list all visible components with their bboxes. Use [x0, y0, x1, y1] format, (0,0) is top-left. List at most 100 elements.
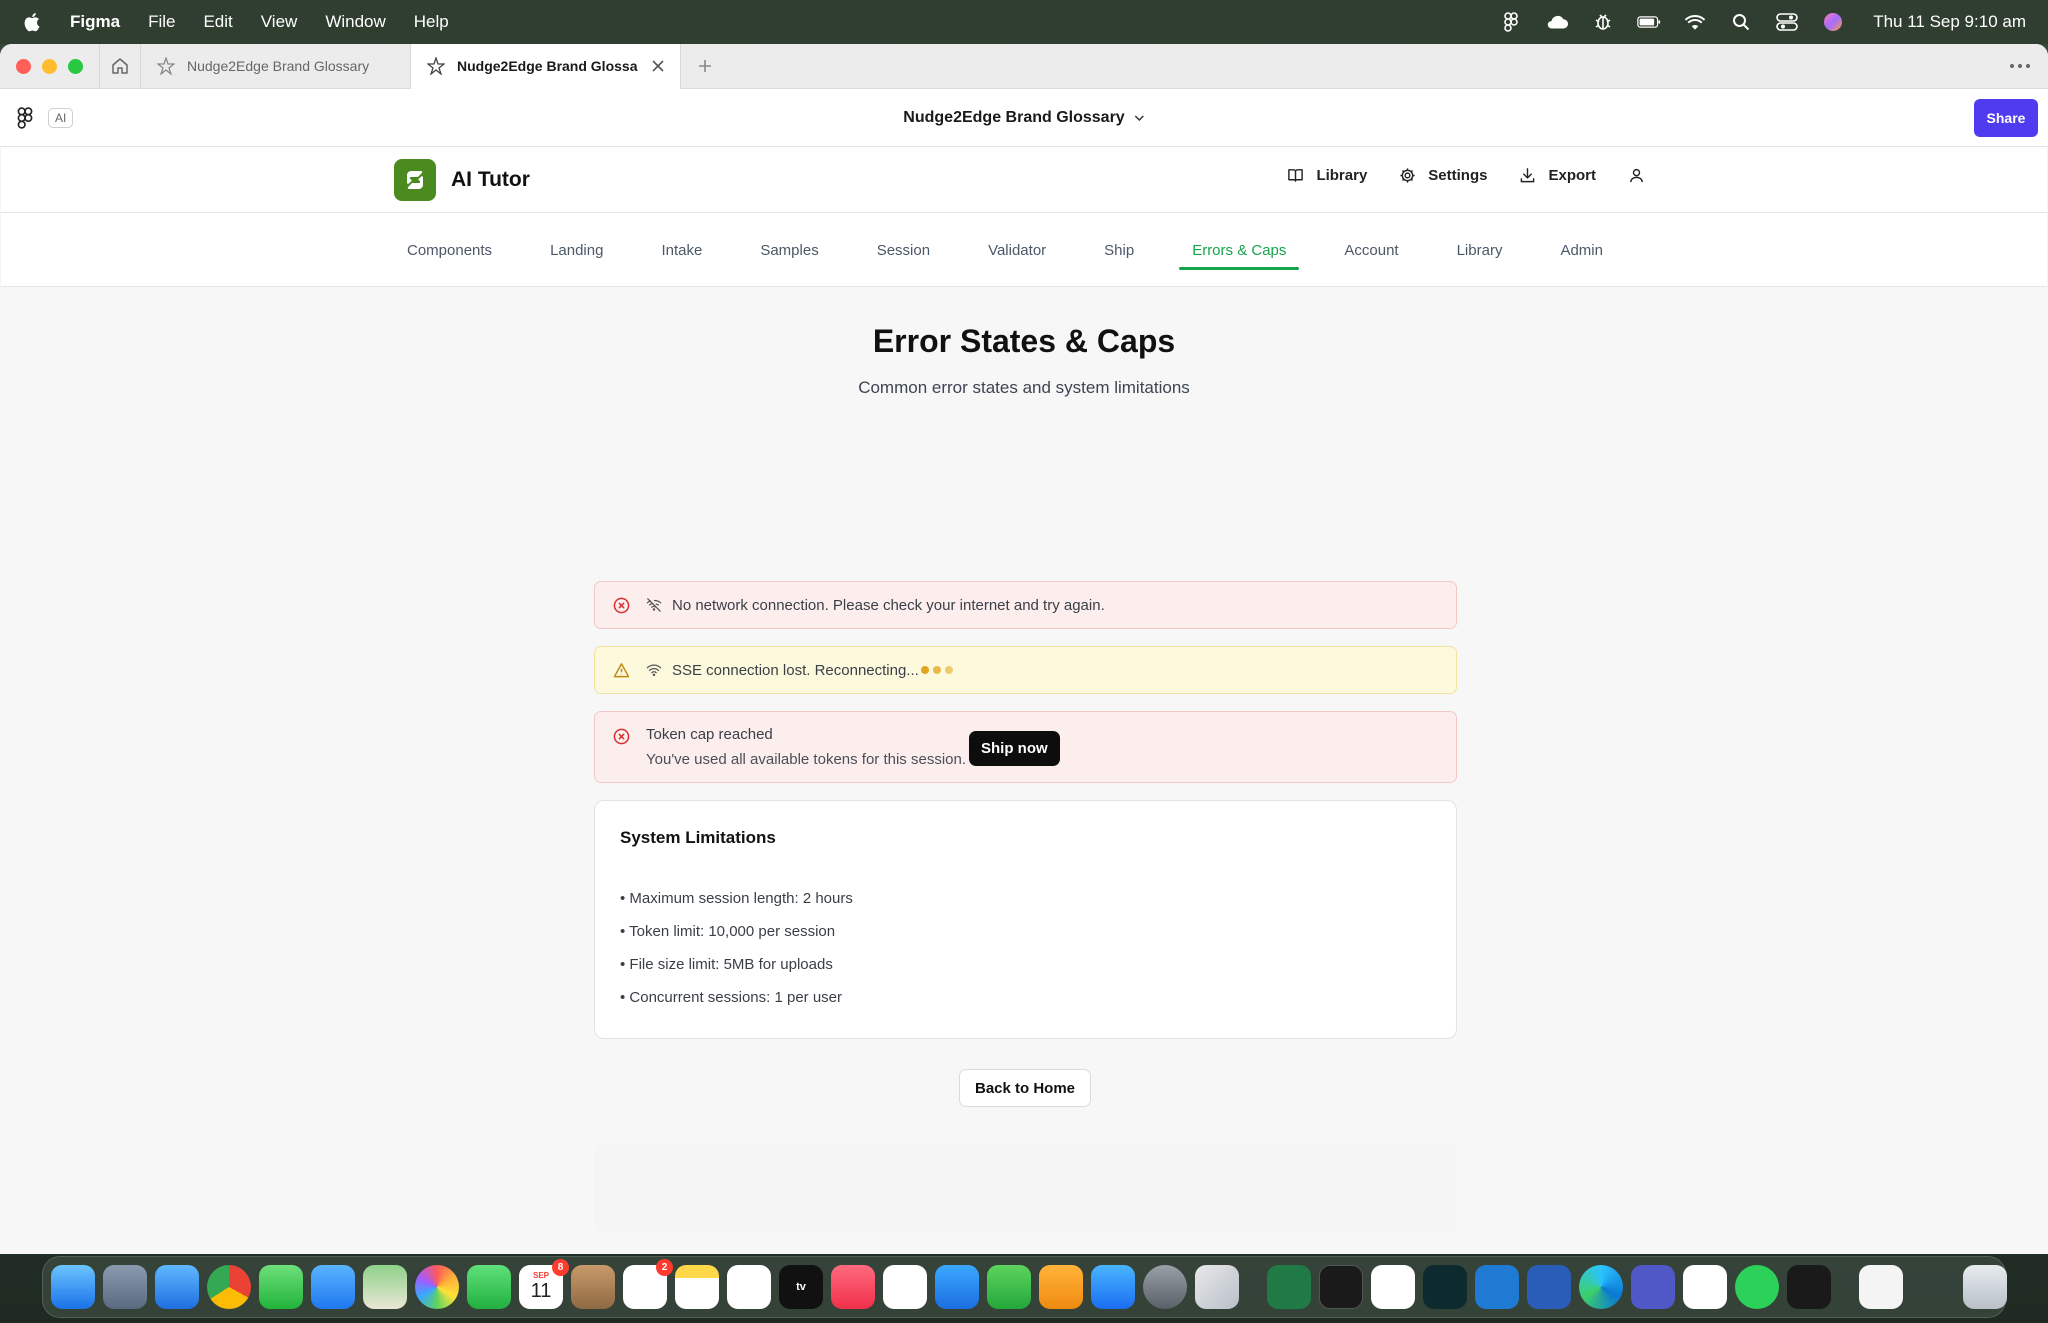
tab-bar: Nudge2Edge Brand Glossary Nudge2Edge Bra… [0, 44, 2048, 89]
whatsapp-icon[interactable] [1735, 1265, 1779, 1309]
messages-icon[interactable] [259, 1265, 303, 1309]
library-button[interactable]: Library [1287, 167, 1367, 184]
safari-icon[interactable] [155, 1265, 199, 1309]
nav-tab-intake[interactable]: Intake [648, 213, 715, 287]
app-store-icon[interactable] [1091, 1265, 1135, 1309]
nav-tab-landing[interactable]: Landing [537, 213, 616, 287]
keynote-icon[interactable] [935, 1265, 979, 1309]
figma-menu-icon[interactable] [16, 106, 34, 129]
ai-button[interactable]: AI [48, 107, 74, 128]
chrome-icon[interactable] [207, 1265, 251, 1309]
close-window-button[interactable] [16, 58, 31, 74]
new-tab-button[interactable] [681, 44, 729, 89]
contacts-icon[interactable] [571, 1265, 615, 1309]
close-tab-icon[interactable] [650, 58, 666, 74]
tab-label: Nudge2Edge Brand Glossary [457, 58, 638, 74]
profile-button[interactable] [1628, 167, 1645, 184]
calendar-day: 11 [530, 1280, 552, 1302]
teams-icon[interactable] [1631, 1265, 1675, 1309]
siri-icon[interactable] [1821, 13, 1845, 31]
finder-icon[interactable] [51, 1265, 95, 1309]
export-button[interactable]: Export [1519, 167, 1596, 184]
facetime-icon[interactable] [467, 1265, 511, 1309]
empty-panel [594, 1143, 1457, 1233]
nav-tab-components[interactable]: Components [394, 213, 505, 287]
excel-icon[interactable] [1267, 1265, 1311, 1309]
share-button[interactable]: Share [1974, 99, 2038, 137]
pages-icon[interactable] [1039, 1265, 1083, 1309]
apple-tv-icon[interactable]: tv [779, 1265, 823, 1309]
settings-button[interactable]: Settings [1399, 167, 1487, 184]
cloud-icon[interactable] [1545, 13, 1569, 31]
home-button[interactable] [99, 44, 141, 89]
control-center-icon[interactable] [1775, 13, 1799, 31]
document-title-label: Nudge2Edge Brand Glossary [903, 108, 1125, 126]
nav-tab-validator[interactable]: Validator [975, 213, 1059, 287]
minimize-window-button[interactable] [42, 58, 57, 74]
tab-glossary-2[interactable]: Nudge2Edge Brand Glossary [411, 44, 681, 89]
music-icon[interactable] [831, 1265, 875, 1309]
nav-tab-library[interactable]: Library [1444, 213, 1516, 287]
ship-now-button[interactable]: Ship now [969, 731, 1060, 766]
nav-tab-admin[interactable]: Admin [1547, 213, 1616, 287]
iphone-mirroring-icon[interactable] [1195, 1265, 1239, 1309]
menu-clock[interactable]: Thu 11 Sep 9:10 am [1873, 12, 2026, 32]
menu-window[interactable]: Window [325, 12, 385, 32]
mail-icon[interactable] [311, 1265, 355, 1309]
apple-icon[interactable] [22, 11, 44, 33]
reminders-icon[interactable]: 2 [623, 1259, 673, 1309]
app-frame: AI Tutor Library Settings Export Compone… [1, 147, 2047, 1254]
cube-app-icon[interactable] [1683, 1265, 1727, 1309]
word-icon[interactable] [1527, 1265, 1571, 1309]
figma-dock-icon[interactable] [1787, 1265, 1831, 1309]
numbers-icon[interactable] [987, 1265, 1031, 1309]
nav-tab-account[interactable]: Account [1331, 213, 1411, 287]
menu-app-name[interactable]: Figma [70, 12, 120, 32]
news-icon[interactable] [883, 1265, 927, 1309]
maps-icon[interactable] [363, 1265, 407, 1309]
photos-icon[interactable] [415, 1265, 459, 1309]
error-circle-icon [613, 728, 630, 745]
wifi-icon[interactable] [1683, 13, 1707, 31]
tab-glossary-1[interactable]: Nudge2Edge Brand Glossary [141, 44, 411, 89]
brand-name: AI Tutor [451, 168, 530, 191]
window-controls [0, 58, 99, 74]
error-circle-icon [613, 597, 630, 613]
limitations-list: • Maximum session length: 2 hours • Toke… [620, 890, 1431, 1022]
page-subtitle: Common error states and system limitatio… [858, 378, 1190, 397]
edge-icon[interactable] [1579, 1265, 1623, 1309]
figma-status-icon[interactable] [1499, 12, 1523, 32]
document-title[interactable]: Nudge2Edge Brand Glossary [903, 108, 1145, 127]
back-to-home-button[interactable]: Back to Home [959, 1069, 1091, 1107]
terminal-icon[interactable] [1319, 1265, 1363, 1309]
menu-help[interactable]: Help [414, 12, 449, 32]
calendar-icon[interactable]: SEP 11 8 [519, 1259, 569, 1309]
user-icon [1630, 168, 1643, 183]
keychain-icon[interactable] [1371, 1265, 1415, 1309]
nav-tab-errors-caps[interactable]: Errors & Caps [1179, 213, 1300, 287]
nav-tab-session[interactable]: Session [864, 213, 943, 287]
vscode-icon[interactable] [1475, 1265, 1519, 1309]
zoom-window-button[interactable] [68, 58, 83, 74]
document-stack-icon[interactable] [1859, 1265, 1903, 1309]
system-settings-icon[interactable] [1143, 1265, 1187, 1309]
more-options-button[interactable] [2006, 56, 2034, 76]
brand[interactable]: AI Tutor [394, 159, 530, 201]
nav-tab-samples[interactable]: Samples [747, 213, 831, 287]
menu-edit[interactable]: Edit [203, 12, 232, 32]
menu-view[interactable]: View [261, 12, 298, 32]
home-icon [112, 58, 128, 74]
launchpad-icon[interactable] [103, 1265, 147, 1309]
perplexity-icon[interactable] [1423, 1265, 1467, 1309]
battery-icon[interactable] [1637, 13, 1661, 31]
spotlight-search-icon[interactable] [1729, 13, 1753, 31]
downloads-stack-icon[interactable] [1911, 1265, 1955, 1309]
bug-icon[interactable] [1591, 13, 1615, 31]
trash-icon[interactable] [1963, 1265, 2007, 1309]
freeform-icon[interactable] [727, 1265, 771, 1309]
notes-icon[interactable] [675, 1265, 719, 1309]
menu-file[interactable]: File [148, 12, 175, 32]
token-cap-body: You've used all available tokens for thi… [646, 751, 967, 768]
network-error-text: No network connection. Please check your… [672, 596, 1105, 614]
nav-tab-ship[interactable]: Ship [1091, 213, 1147, 287]
